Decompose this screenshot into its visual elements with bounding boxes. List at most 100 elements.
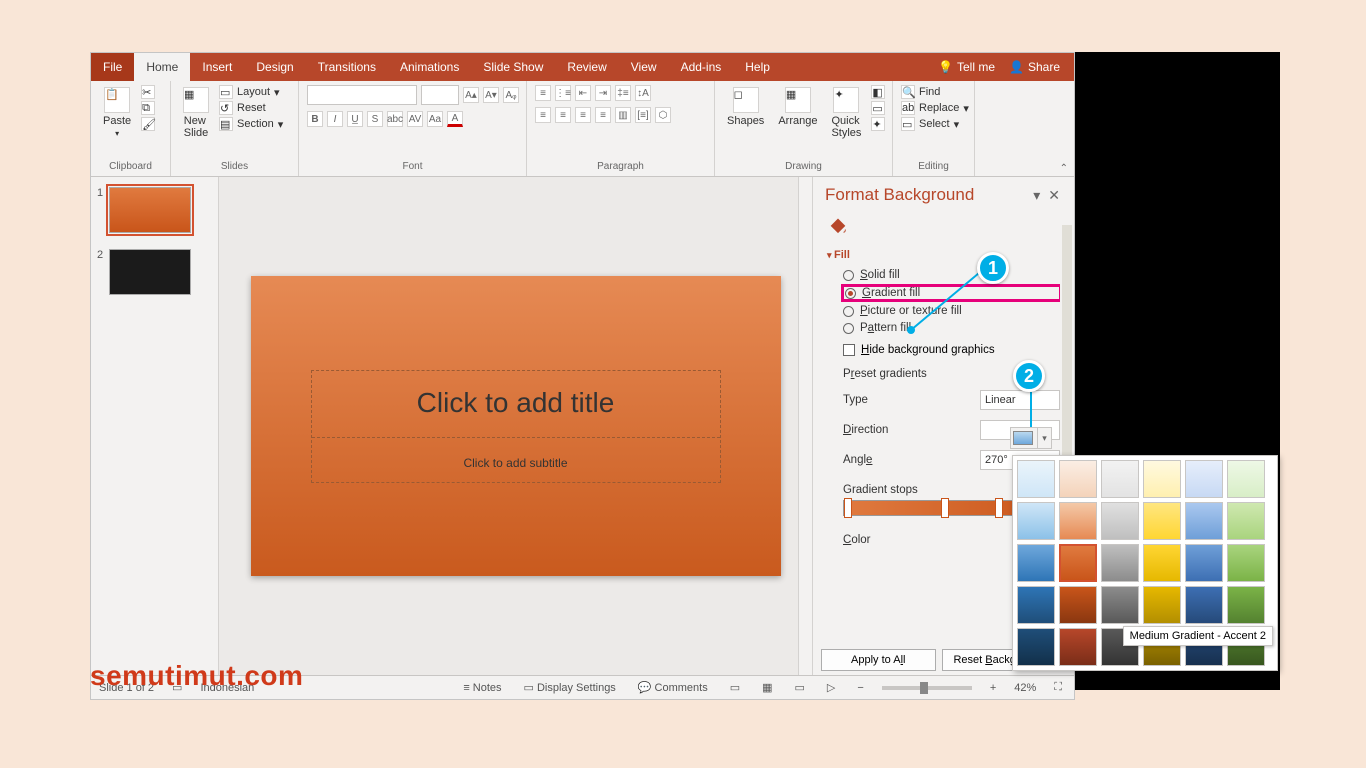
align-center-button[interactable]: ≡ [555, 107, 571, 123]
preset-gradients-button[interactable]: ▾ [1010, 427, 1052, 449]
gradient-swatch[interactable] [1059, 628, 1097, 666]
gradient-swatch[interactable] [1017, 544, 1055, 582]
comments-button[interactable]: 💬 Comments [634, 681, 712, 694]
title-placeholder[interactable]: Click to add title Click to add subtitle [311, 370, 721, 483]
gradient-swatch[interactable] [1101, 544, 1139, 582]
gradient-swatch[interactable] [1059, 460, 1097, 498]
canvas-scrollbar[interactable] [798, 177, 812, 675]
replace-button[interactable]: abReplace ▾ [901, 101, 969, 115]
gradient-swatch[interactable] [1227, 544, 1265, 582]
char-spacing-button[interactable]: AV [407, 111, 423, 127]
zoom-slider[interactable] [882, 686, 972, 690]
normal-view-button[interactable]: ▭ [726, 681, 744, 694]
select-button[interactable]: ▭Select ▾ [901, 117, 969, 131]
shapes-button[interactable]: ◻Shapes [723, 85, 768, 129]
strike-button[interactable]: S [367, 111, 383, 127]
tab-slideshow[interactable]: Slide Show [471, 53, 555, 81]
gradient-swatch[interactable] [1017, 586, 1055, 624]
gradient-swatch[interactable] [1227, 460, 1265, 498]
gradient-swatch[interactable] [1101, 460, 1139, 498]
fill-section-header[interactable]: Fill [813, 243, 1074, 267]
columns-button[interactable]: ▥ [615, 107, 631, 123]
solid-fill-radio[interactable]: Solid fill [843, 269, 1060, 281]
increase-font-button[interactable]: A▴ [463, 87, 479, 103]
gradient-swatch[interactable] [1017, 628, 1055, 666]
gradient-swatch[interactable] [1143, 544, 1181, 582]
section-button[interactable]: ▤Section ▾ [219, 117, 283, 131]
gradient-swatch[interactable] [1143, 502, 1181, 540]
find-button[interactable]: 🔍Find [901, 85, 969, 99]
layout-button[interactable]: ▭Layout ▾ [219, 85, 283, 99]
tellme-search[interactable]: 💡 Tell me [938, 60, 995, 74]
pane-close-button[interactable]: ✕ [1044, 187, 1064, 204]
gradient-swatch[interactable] [1017, 502, 1055, 540]
gradient-fill-radio[interactable]: Gradient fill [843, 286, 1060, 300]
bold-button[interactable]: B [307, 111, 323, 127]
gradient-swatch[interactable] [1101, 502, 1139, 540]
gradient-swatch[interactable] [1185, 544, 1223, 582]
align-right-button[interactable]: ≡ [575, 107, 591, 123]
shape-fill-button[interactable]: ◧ [871, 85, 885, 99]
arrange-button[interactable]: ▦Arrange [774, 85, 821, 129]
hide-graphics-checkbox[interactable]: Hide background graphics [813, 340, 1074, 362]
tab-design[interactable]: Design [244, 53, 305, 81]
justify-button[interactable]: ≡ [595, 107, 611, 123]
decrease-font-button[interactable]: A▾ [483, 87, 499, 103]
tab-transitions[interactable]: Transitions [306, 53, 388, 81]
slideshow-view-button[interactable]: ▷ [823, 681, 839, 694]
gradient-swatch[interactable] [1143, 586, 1181, 624]
ribbon-collapse-button[interactable]: ⌃ [1060, 163, 1068, 174]
tab-help[interactable]: Help [733, 53, 782, 81]
tab-home[interactable]: Home [134, 53, 190, 81]
tab-insert[interactable]: Insert [190, 53, 244, 81]
pane-options-button[interactable]: ▾ [1029, 187, 1044, 204]
format-painter-button[interactable]: 🖌 [141, 117, 155, 131]
font-size-select[interactable] [421, 85, 459, 105]
tab-animations[interactable]: Animations [388, 53, 471, 81]
cut-button[interactable]: ✂ [141, 85, 155, 99]
align-left-button[interactable]: ≡ [535, 107, 551, 123]
paste-button[interactable]: 📋 Paste ▾ [99, 85, 135, 140]
tab-addins[interactable]: Add-ins [669, 53, 734, 81]
shape-effects-button[interactable]: ✦ [871, 117, 885, 131]
decrease-indent-button[interactable]: ⇤ [575, 85, 591, 101]
gradient-swatch[interactable] [1185, 502, 1223, 540]
shape-outline-button[interactable]: ▭ [871, 101, 885, 115]
increase-indent-button[interactable]: ⇥ [595, 85, 611, 101]
tab-file[interactable]: File [91, 53, 134, 81]
underline-button[interactable]: U̲ [347, 111, 363, 127]
numbering-button[interactable]: ⋮≡ [555, 85, 571, 101]
zoom-in-button[interactable]: + [986, 682, 1000, 694]
thumbnail-slide-2[interactable] [109, 249, 191, 295]
new-slide-button[interactable]: ▦ New Slide [179, 85, 213, 141]
fill-bucket-icon[interactable] [827, 213, 849, 235]
gradient-swatch[interactable] [1185, 460, 1223, 498]
font-color-button[interactable]: A [447, 111, 463, 127]
display-settings-button[interactable]: ▭ Display Settings [520, 681, 620, 694]
gradient-swatch[interactable] [1059, 502, 1097, 540]
line-spacing-button[interactable]: ‡≡ [615, 85, 631, 101]
tab-review[interactable]: Review [555, 53, 618, 81]
change-case-button[interactable]: Aa [427, 111, 443, 127]
gradient-swatch[interactable] [1227, 586, 1265, 624]
font-family-select[interactable] [307, 85, 417, 105]
gradient-swatch[interactable] [1059, 586, 1097, 624]
picture-fill-radio[interactable]: Picture or texture fill [843, 305, 1060, 317]
align-text-button[interactable]: [≡] [635, 107, 651, 123]
apply-all-button[interactable]: Apply to All [821, 649, 936, 671]
italic-button[interactable]: I [327, 111, 343, 127]
slide-canvas[interactable]: Click to add title Click to add subtitle [251, 276, 781, 576]
bullets-button[interactable]: ≡ [535, 85, 551, 101]
clear-format-button[interactable]: Aᵩ [503, 87, 519, 103]
reading-view-button[interactable]: ▭ [791, 681, 809, 694]
share-button[interactable]: 👤 Share [1009, 60, 1060, 74]
quick-styles-button[interactable]: ✦Quick Styles [827, 85, 865, 141]
reset-button[interactable]: ↺Reset [219, 101, 283, 115]
thumbnail-slide-1[interactable] [109, 187, 191, 233]
gradient-swatch[interactable] [1101, 586, 1139, 624]
text-direction-button[interactable]: ↕A [635, 85, 651, 101]
fit-window-button[interactable]: ⛶ [1050, 681, 1066, 694]
gradient-swatch[interactable] [1185, 586, 1223, 624]
type-select[interactable]: Linear [980, 390, 1060, 410]
zoom-out-button[interactable]: − [853, 682, 867, 694]
